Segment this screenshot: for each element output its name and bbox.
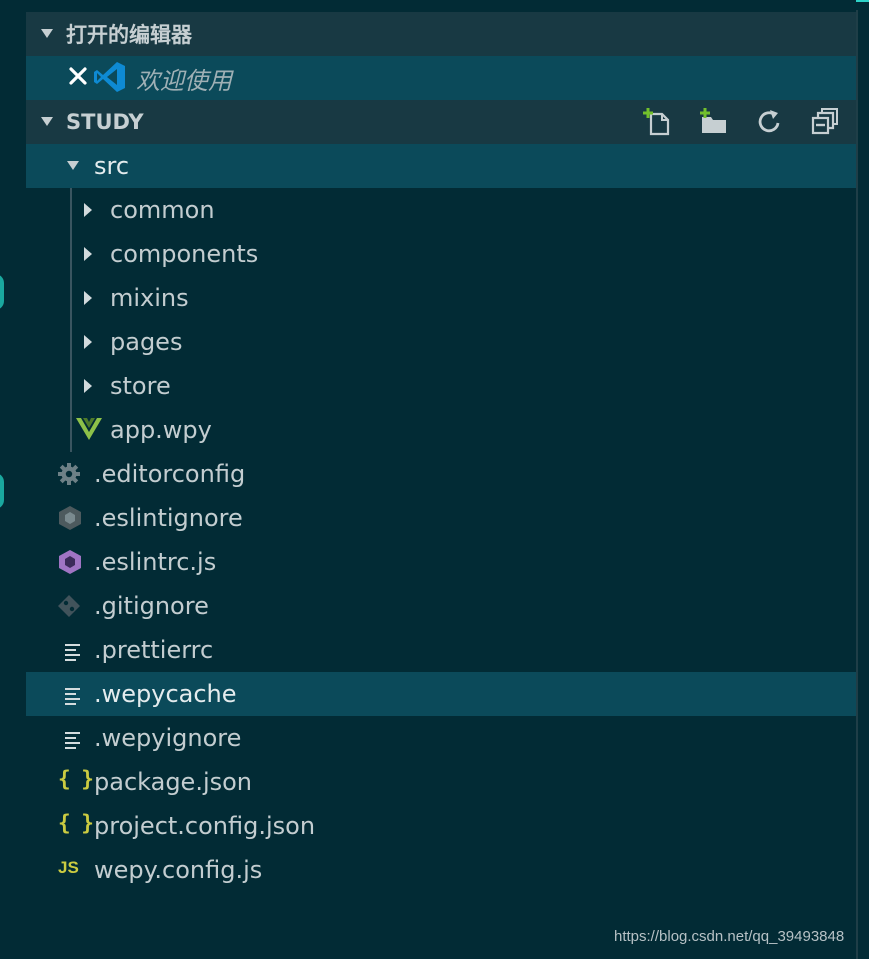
- close-icon[interactable]: [68, 64, 88, 94]
- collapse-all-icon: [811, 108, 838, 135]
- explorer-actions: [640, 100, 842, 144]
- tree-item-label: package.json: [94, 768, 253, 796]
- tree-item-label: .wepycache: [94, 680, 237, 708]
- tree-item-label: .wepyignore: [94, 724, 242, 752]
- chevron-right-icon: [84, 335, 92, 349]
- open-editors-title: 打开的编辑器: [66, 23, 192, 47]
- tree-file-prettierrc[interactable]: .prettierrc: [26, 628, 856, 672]
- tree-file-app-wpy[interactable]: app.wpy: [26, 408, 856, 452]
- tree-item-label: app.wpy: [110, 416, 212, 444]
- tree-item-label: common: [110, 196, 215, 224]
- chevron-down-icon: [41, 29, 53, 38]
- chevron-right-icon: [84, 247, 92, 261]
- tree-file-eslintrc[interactable]: .eslintrc.js: [26, 540, 856, 584]
- tree-item-label: .eslintignore: [94, 504, 243, 532]
- gear-icon: [57, 462, 81, 492]
- tree-item-label: components: [110, 240, 259, 268]
- tree-item-label: .gitignore: [94, 592, 209, 620]
- open-editor-item[interactable]: 欢迎使用: [26, 56, 856, 100]
- chevron-right-icon: [84, 379, 92, 393]
- watermark: https://blog.csdn.net/qq_39493848: [614, 928, 845, 945]
- tree-item-label: src: [94, 152, 130, 180]
- tree-file-eslintignore[interactable]: .eslintignore: [26, 496, 856, 540]
- chevron-down-icon: [67, 161, 79, 170]
- git-icon: [57, 594, 81, 624]
- tree-item-label: mixins: [110, 284, 189, 312]
- tree-file-wepy-config-js[interactable]: JS wepy.config.js: [26, 848, 856, 892]
- new-file-button[interactable]: [640, 105, 674, 139]
- tree-folder-pages[interactable]: pages: [26, 320, 856, 364]
- tree-item-label: wepy.config.js: [94, 856, 263, 884]
- workspace-folder-header[interactable]: STUDY: [26, 100, 856, 144]
- eslint-icon: [57, 549, 83, 581]
- open-editors-header[interactable]: 打开的编辑器: [26, 12, 856, 56]
- tree-indent-guide: [70, 188, 72, 452]
- text-lines-icon: [64, 640, 84, 668]
- javascript-icon: JS: [58, 858, 79, 877]
- tree-item-label: store: [110, 372, 171, 400]
- tree-file-editorconfig[interactable]: .editorconfig: [26, 452, 856, 496]
- eslint-gray-icon: [57, 505, 83, 537]
- tree-folder-mixins[interactable]: mixins: [26, 276, 856, 320]
- new-folder-icon: [700, 108, 726, 133]
- tree-file-package-json[interactable]: { } package.json: [26, 760, 856, 804]
- tree-folder-store[interactable]: store: [26, 364, 856, 408]
- tree-file-wepycache[interactable]: .wepycache: [26, 672, 856, 716]
- refresh-button[interactable]: [752, 105, 786, 139]
- new-folder-button[interactable]: [696, 105, 730, 139]
- activity-badge: [0, 473, 4, 509]
- open-editor-label: 欢迎使用: [136, 66, 232, 95]
- tree-folder-common[interactable]: common: [26, 188, 856, 232]
- tree-folder-src[interactable]: src: [26, 144, 856, 188]
- text-lines-icon: [64, 684, 84, 712]
- tree-item-label: project.config.json: [94, 812, 316, 840]
- tree-file-wepyignore[interactable]: .wepyignore: [26, 716, 856, 760]
- explorer-panel: 打开的编辑器 欢迎使用 STUDY src common components …: [26, 12, 856, 892]
- tree-item-label: .editorconfig: [94, 460, 246, 488]
- vscode-logo-icon: [93, 60, 127, 100]
- vue-icon: [76, 418, 102, 446]
- workspace-folder-name: STUDY: [66, 110, 144, 134]
- json-braces-icon: { }: [58, 811, 94, 835]
- refresh-icon: [758, 110, 780, 133]
- chevron-right-icon: [84, 291, 92, 305]
- tree-item-label: pages: [110, 328, 183, 356]
- tree-file-gitignore[interactable]: .gitignore: [26, 584, 856, 628]
- tree-folder-components[interactable]: components: [26, 232, 856, 276]
- collapse-all-button[interactable]: [808, 105, 842, 139]
- activity-badge: [0, 274, 4, 310]
- text-lines-icon: [64, 728, 84, 756]
- chevron-down-icon: [41, 117, 53, 126]
- chevron-right-icon: [84, 203, 92, 217]
- new-file-icon: [643, 108, 670, 136]
- tree-item-label: .prettierrc: [94, 636, 214, 664]
- tree-file-project-config-json[interactable]: { } project.config.json: [26, 804, 856, 848]
- top-accent-line: [856, 0, 869, 10]
- scrollbar-track[interactable]: [856, 10, 858, 959]
- tree-item-label: .eslintrc.js: [94, 548, 217, 576]
- json-braces-icon: { }: [58, 767, 94, 791]
